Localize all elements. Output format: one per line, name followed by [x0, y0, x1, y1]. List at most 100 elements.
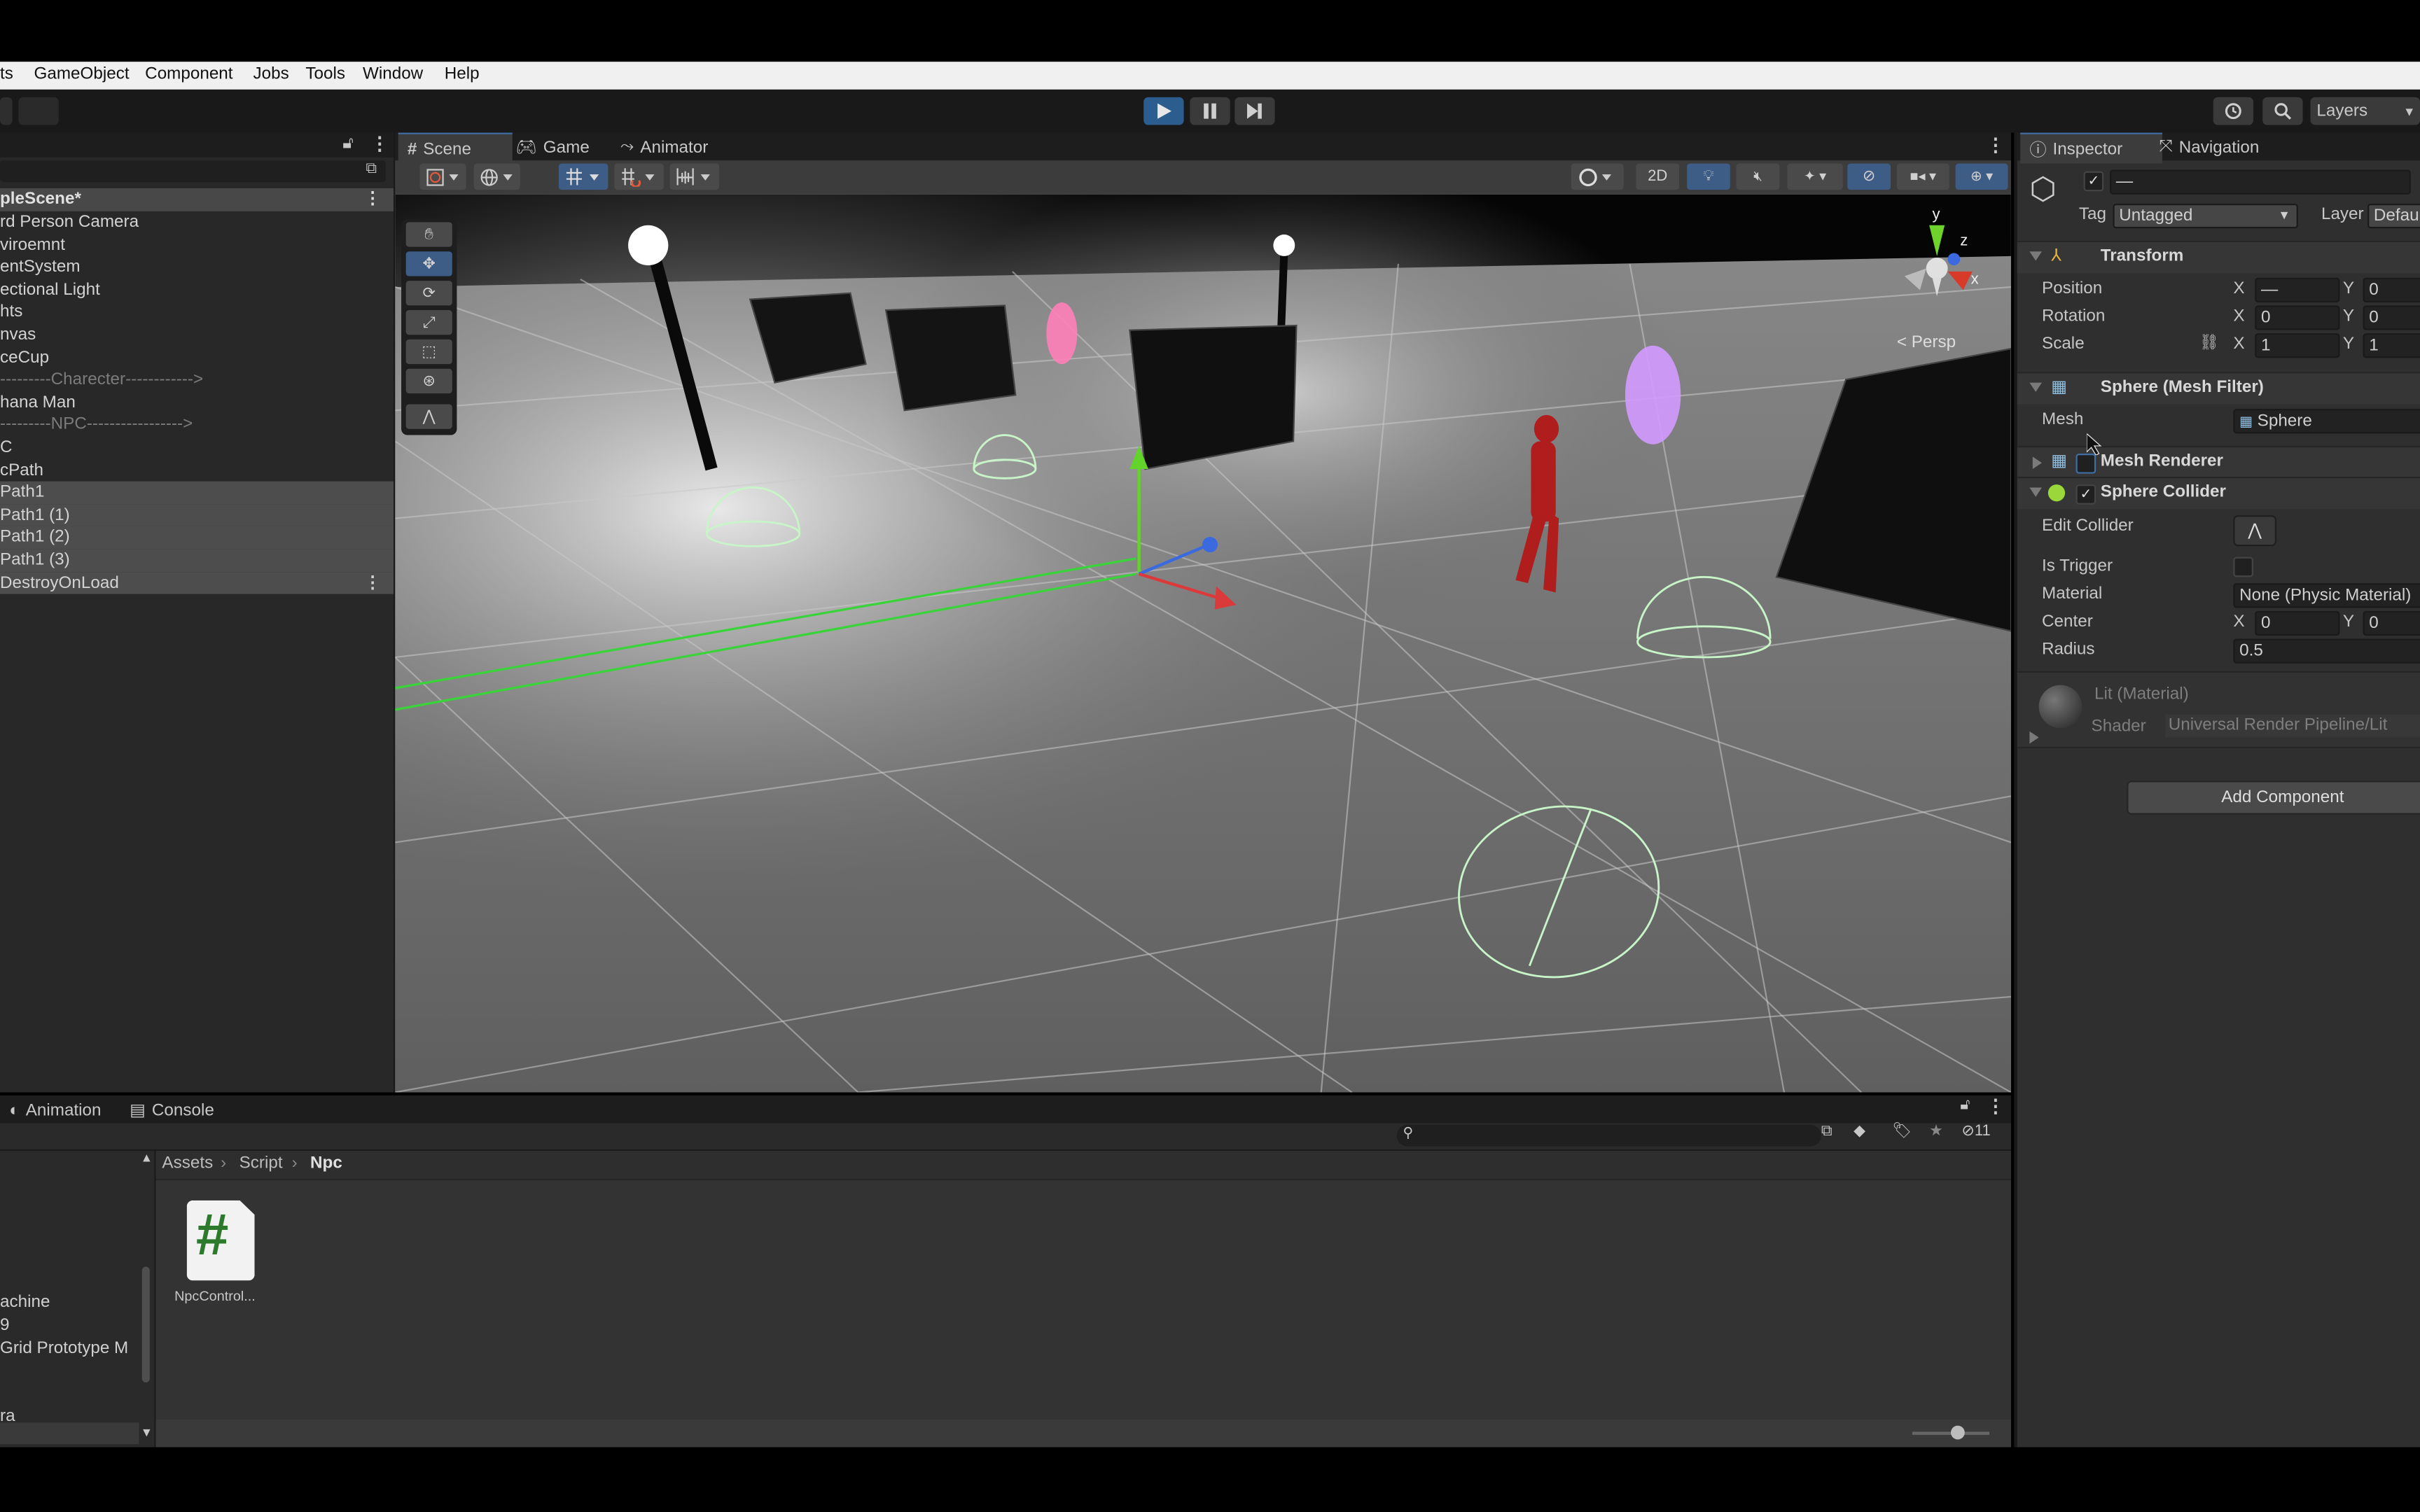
- hierarchy-separator[interactable]: ---------Charecter------------>: [0, 369, 394, 391]
- active-checkbox[interactable]: ✓: [2083, 171, 2104, 192]
- position-x-field[interactable]: —: [2255, 277, 2340, 303]
- more-options-icon[interactable]: ⋮: [364, 572, 381, 594]
- mesh-field[interactable]: ▦ Sphere: [2233, 409, 2420, 434]
- material-expand-icon[interactable]: [2029, 731, 2039, 744]
- scene-viewport[interactable]: ✋︎ ✥ ⟳ ⤢ ⬚ ⊛ ⋀ y z x < Persp: [395, 194, 2011, 1093]
- scene-visibility-button[interactable]: ⊘: [1847, 163, 1891, 190]
- step-button[interactable]: [1235, 97, 1275, 125]
- menu-tools[interactable]: Tools: [305, 65, 345, 83]
- breadcrumb-npc[interactable]: Npc: [310, 1154, 342, 1172]
- is-trigger-checkbox[interactable]: [2233, 556, 2253, 578]
- mesh-renderer-header[interactable]: ▦ Mesh Renderer: [2017, 445, 2420, 479]
- tab-inspector[interactable]: ⓘ Inspector: [2020, 132, 2162, 164]
- add-component-button[interactable]: Add Component: [2127, 780, 2420, 815]
- menu-help[interactable]: Help: [445, 65, 480, 83]
- hierarchy-item[interactable]: hana Man: [0, 391, 394, 414]
- edit-collider-button[interactable]: ⋀: [2233, 515, 2277, 547]
- hierarchy-item[interactable]: cPath: [0, 459, 394, 482]
- radius-field[interactable]: 0.5: [2233, 638, 2420, 664]
- rotate-tool[interactable]: ⟳: [405, 281, 452, 306]
- scroll-up-icon[interactable]: ▲: [141, 1151, 153, 1165]
- hierarchy-item[interactable]: Path1 (1): [0, 504, 394, 527]
- hierarchy-item[interactable]: entSystem: [0, 256, 394, 279]
- tag-dropdown[interactable]: Untagged ▼: [2113, 203, 2298, 229]
- icon-size-slider-thumb[interactable]: [1949, 1425, 1964, 1440]
- transform-tool[interactable]: ⊛: [405, 368, 452, 394]
- projection-toggle[interactable]: < Persp: [1897, 333, 1956, 351]
- effects-button[interactable]: ✦ ▾: [1787, 163, 1843, 190]
- tab-navigation[interactable]: ⤧ Navigation: [2150, 133, 2298, 162]
- hierarchy-item[interactable]: Path1: [0, 482, 394, 505]
- constrain-proportions-icon[interactable]: ⛓︎: [2199, 335, 2219, 351]
- filter-by-type-icon[interactable]: ◆: [1854, 1124, 1865, 1140]
- project-search-input[interactable]: ⚲: [1396, 1124, 1821, 1147]
- lock-icon[interactable]: 🔓︎: [1960, 1097, 1970, 1114]
- scale-x-field[interactable]: 1: [2255, 333, 2340, 358]
- hierarchy-item[interactable]: hts: [0, 302, 394, 324]
- breadcrumb-assets[interactable]: Assets: [162, 1154, 213, 1172]
- mesh-filter-header[interactable]: ▦ Sphere (Mesh Filter): [2017, 372, 2420, 405]
- menu-window[interactable]: Window: [363, 65, 423, 83]
- history-button[interactable]: [2213, 97, 2253, 125]
- grid-snap-button[interactable]: [558, 163, 609, 190]
- rotation-x-field[interactable]: 0: [2255, 305, 2340, 330]
- account-button[interactable]: [0, 97, 13, 125]
- menu-assets[interactable]: ts: [0, 65, 13, 83]
- 2d-toggle-button[interactable]: 2D: [1636, 163, 1680, 190]
- move-tool[interactable]: ✥: [405, 251, 452, 276]
- hierarchy-item[interactable]: nvas: [0, 324, 394, 346]
- hierarchy-item[interactable]: C: [0, 437, 394, 459]
- play-button[interactable]: [1143, 97, 1184, 125]
- hierarchy-item[interactable]: Path1 (3): [0, 549, 394, 572]
- render-mode-button[interactable]: [473, 163, 520, 190]
- scene-root-row[interactable]: pleScene* ⋮: [0, 188, 394, 211]
- hidden-packages-toggle[interactable]: ⊘11: [1961, 1124, 1990, 1140]
- hierarchy-separator[interactable]: ---------NPC----------------->: [0, 414, 394, 437]
- breadcrumb-script[interactable]: Script: [239, 1154, 283, 1172]
- folder-selected-row[interactable]: [0, 1422, 139, 1445]
- increment-snap-button[interactable]: [614, 163, 664, 190]
- more-options-icon[interactable]: ⋮: [370, 133, 389, 155]
- hierarchy-item[interactable]: Path1 (2): [0, 526, 394, 550]
- filter-by-label-icon[interactable]: 🏷︎: [1892, 1124, 1912, 1140]
- custom-editor-tool[interactable]: ⋀: [405, 404, 452, 429]
- mesh-renderer-enabled-checkbox[interactable]: [2075, 454, 2096, 474]
- camera-settings-button[interactable]: ■◂ ▾: [1896, 163, 1949, 190]
- lighting-toggle-button[interactable]: 💡︎: [1687, 163, 1730, 190]
- menu-component[interactable]: Component: [145, 65, 232, 83]
- hierarchy-item[interactable]: viroemnt: [0, 234, 394, 256]
- center-y-field[interactable]: 0: [2363, 610, 2420, 636]
- scroll-down-icon[interactable]: ▼: [141, 1426, 153, 1440]
- gizmos-button[interactable]: ⊕ ▾: [1955, 163, 2008, 190]
- tab-animator[interactable]: ⤳ Animator: [611, 133, 753, 162]
- sphere-collider-enabled-checkbox[interactable]: ✓: [2075, 484, 2096, 505]
- hand-tool[interactable]: ✋︎: [405, 222, 452, 247]
- ruler-button[interactable]: [669, 163, 720, 190]
- transform-header[interactable]: ⅄ Transform: [2017, 240, 2420, 274]
- folder-item[interactable]: 9: [0, 1316, 139, 1334]
- sphere-collider-header[interactable]: ✓ Sphere Collider: [2017, 477, 2420, 510]
- tab-scene[interactable]: # Scene: [398, 132, 513, 164]
- more-options-icon[interactable]: ⋮: [1987, 1096, 2005, 1117]
- tab-game[interactable]: 🎮︎ Game: [506, 133, 618, 162]
- audio-toggle-button[interactable]: 🔇︎: [1736, 163, 1780, 190]
- lighting-mode-button[interactable]: [1571, 163, 1624, 190]
- hierarchy-item[interactable]: rd Person Camera: [0, 211, 394, 234]
- lock-icon[interactable]: 🔓︎: [342, 134, 354, 155]
- physic-material-field[interactable]: None (Physic Material): [2233, 583, 2420, 608]
- layers-dropdown[interactable]: Layers ▼: [2310, 97, 2420, 125]
- search-scene-icon[interactable]: ⧉: [1821, 1124, 1833, 1140]
- folder-item[interactable]: Grid Prototype M: [0, 1339, 139, 1357]
- rotation-y-field[interactable]: 0: [2363, 305, 2420, 330]
- folder-item[interactable]: achine: [0, 1293, 139, 1311]
- position-y-field[interactable]: 0: [2363, 277, 2420, 303]
- pause-button[interactable]: [1190, 97, 1230, 125]
- tab-animation[interactable]: ◐ Animation: [0, 1096, 111, 1125]
- asset-tile[interactable]: #: [186, 1200, 255, 1281]
- layer-dropdown[interactable]: Defau: [2367, 203, 2420, 229]
- scale-tool[interactable]: ⤢: [405, 310, 452, 335]
- center-x-field[interactable]: 0: [2255, 610, 2340, 636]
- search-scene-icon[interactable]: ⧉: [366, 160, 377, 177]
- shader-dropdown[interactable]: Universal Render Pipeline/Lit: [2165, 714, 2420, 738]
- asset-name[interactable]: NpcControl...: [174, 1288, 256, 1303]
